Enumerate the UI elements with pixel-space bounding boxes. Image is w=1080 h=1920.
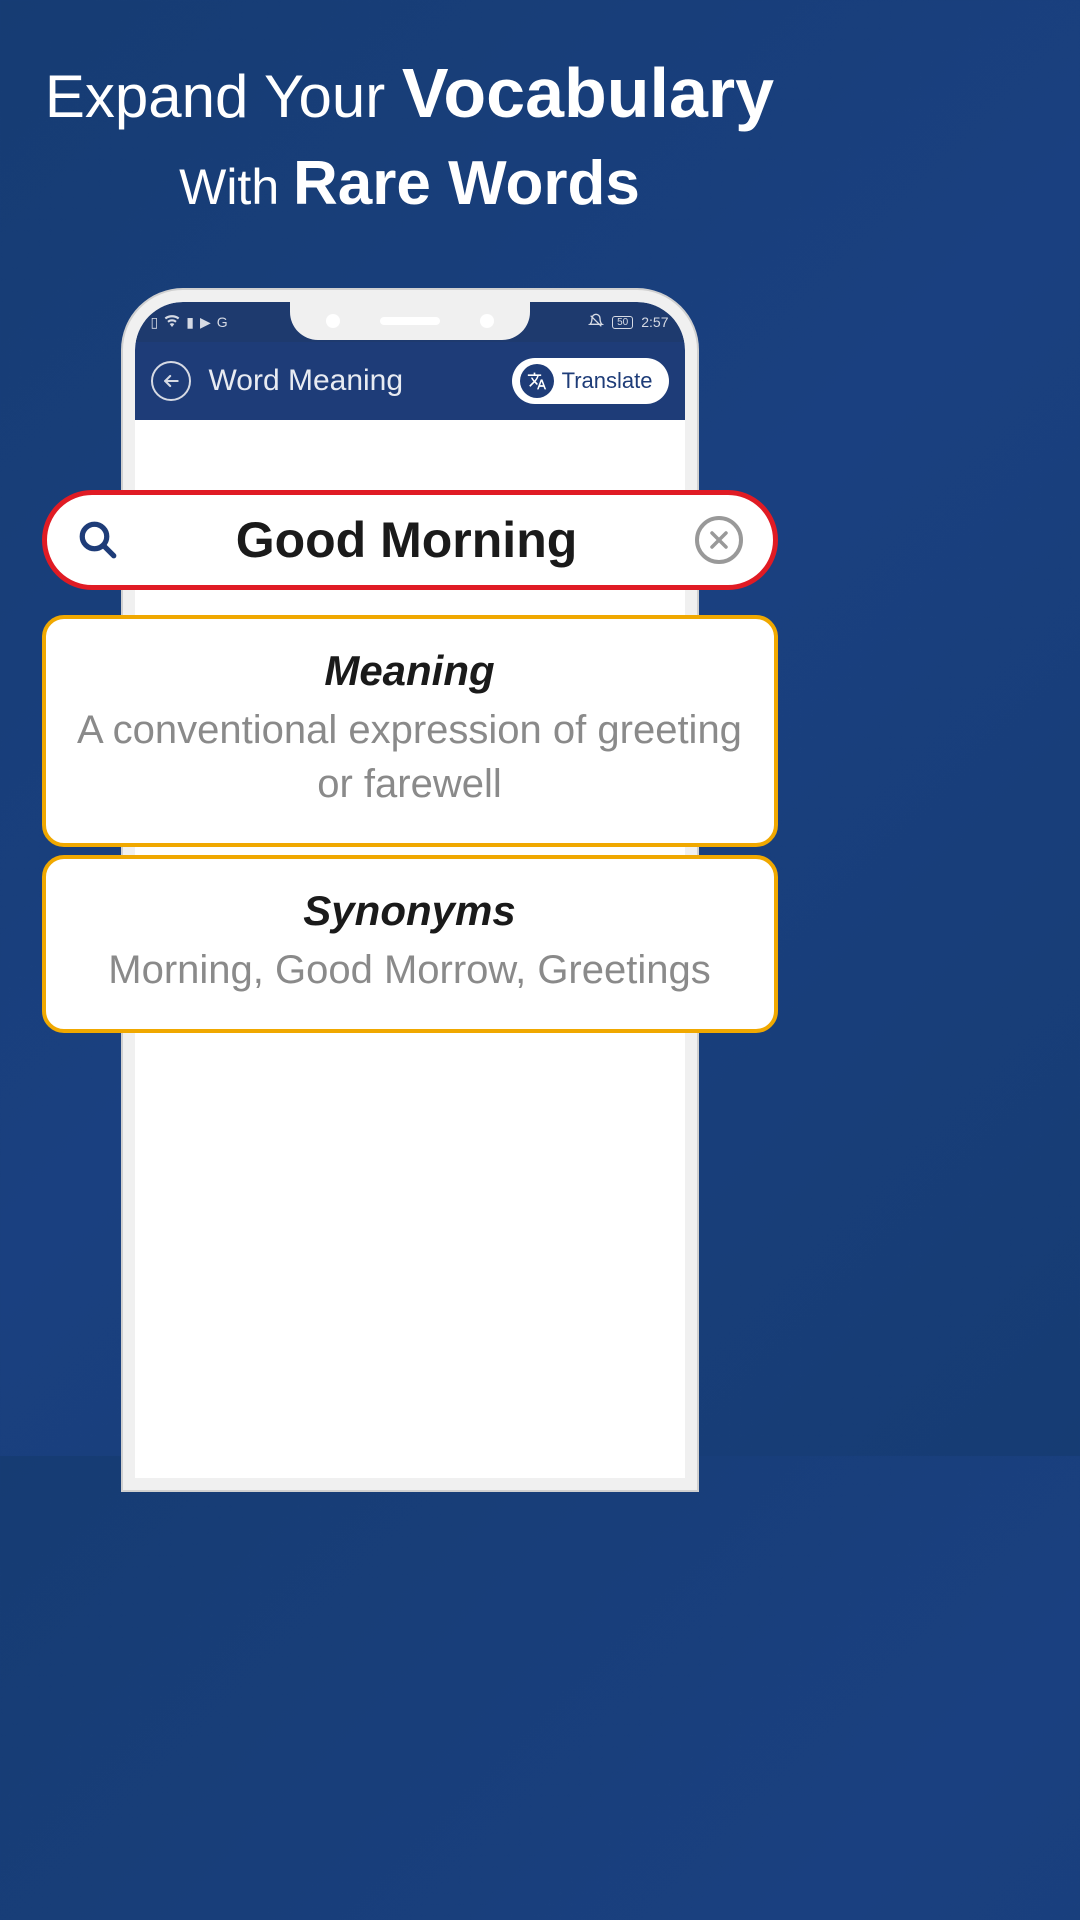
search-bar[interactable]: Good Morning — [42, 490, 778, 590]
headline-text-2: With — [179, 159, 279, 215]
headline-bold-2: Rare Words — [293, 149, 640, 218]
sim-icon: ▯ — [151, 314, 159, 331]
status-time: 2:57 — [641, 314, 668, 330]
headline-text-1: Expand Your — [45, 63, 385, 130]
page-title: Word Meaning — [209, 364, 494, 398]
synonyms-text: Morning, Good Morrow, Greetings — [76, 943, 744, 997]
info-icon: ▮ — [186, 314, 194, 331]
translate-label: Translate — [562, 368, 653, 394]
translate-button[interactable]: Translate — [512, 358, 669, 404]
headline-bold-1: Vocabulary — [402, 54, 774, 132]
battery-indicator: 50 — [612, 316, 633, 329]
arrow-left-icon — [161, 371, 181, 391]
close-icon — [707, 528, 731, 552]
app-bar: Word Meaning Translate — [135, 342, 685, 420]
meaning-text: A conventional expression of greeting or… — [76, 703, 744, 811]
google-icon: G — [217, 314, 228, 330]
meaning-card: Meaning A conventional expression of gre… — [42, 615, 778, 847]
back-button[interactable] — [151, 361, 191, 401]
search-icon — [77, 519, 119, 561]
phone-notch — [290, 302, 530, 340]
promo-headline: Expand Your Vocabulary With Rare Words — [0, 0, 819, 218]
youtube-icon: ▶ — [200, 314, 211, 331]
wifi-icon — [164, 313, 180, 332]
meaning-title: Meaning — [76, 647, 744, 695]
translate-icon — [527, 371, 547, 391]
search-query: Good Morning — [139, 511, 675, 569]
mute-icon — [588, 313, 604, 332]
clear-search-button[interactable] — [695, 516, 743, 564]
synonyms-card: Synonyms Morning, Good Morrow, Greetings — [42, 855, 778, 1033]
synonyms-title: Synonyms — [76, 887, 744, 935]
